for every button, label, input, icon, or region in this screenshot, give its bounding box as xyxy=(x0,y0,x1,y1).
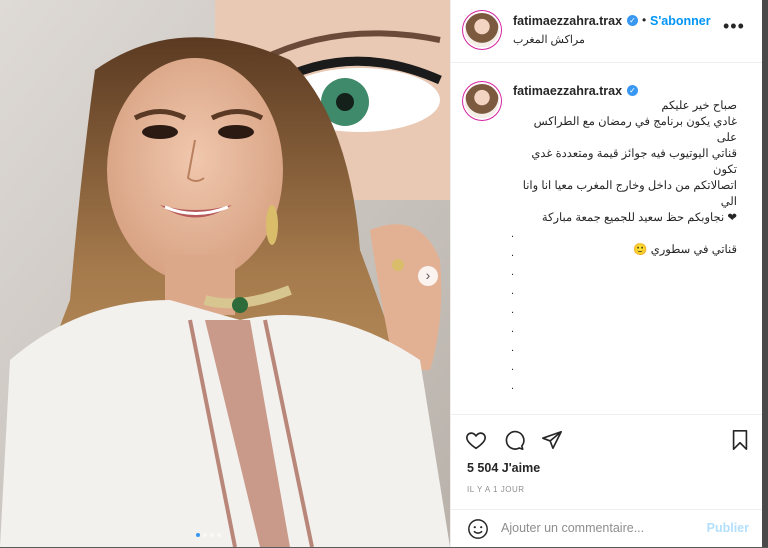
carousel-dot xyxy=(217,533,221,537)
comment-input[interactable]: Ajouter un commentaire... xyxy=(501,521,644,535)
publish-button[interactable]: Publier xyxy=(707,521,749,535)
follow-button[interactable]: S'abonner xyxy=(650,14,711,28)
caption-line: ❤ نجاوبكم حظ سعيد للجميع جمعة مباركة xyxy=(541,212,737,224)
post-side-panel: fatimaezzahra.trax ✓ • S'abonner مراكش ا… xyxy=(450,0,763,547)
caption-username[interactable]: fatimaezzahra.trax xyxy=(513,84,622,98)
caption-dot: . xyxy=(511,266,515,278)
likes-count[interactable]: 5 504 J'aime xyxy=(467,461,540,475)
caption-line: اتصالاتكم من داخل وخارج المغرب معيا انا … xyxy=(522,180,737,208)
caption-line: غادي يكون برنامج في رمضان مع الطراكس على xyxy=(533,116,737,144)
caption-dot: . xyxy=(511,247,515,259)
verified-icon: ✓ xyxy=(627,15,638,26)
share-icon[interactable] xyxy=(539,427,565,453)
carousel-indicator xyxy=(196,533,221,537)
caption-line: قناتي اليوتيوب فيه جوائز قيمة ومتعددة غد… xyxy=(531,148,737,176)
carousel-dot xyxy=(210,533,214,537)
verified-icon: ✓ xyxy=(627,85,638,96)
chevron-right-icon: › xyxy=(425,267,431,283)
comment-bar: Ajouter un commentaire... Publier xyxy=(451,509,763,548)
caption-dot: . xyxy=(511,228,515,240)
post-actions: 5 504 J'aime IL Y A 1 JOUR Ajouter un co… xyxy=(451,414,763,547)
caption-dot: . xyxy=(511,361,515,373)
post-photo[interactable]: › xyxy=(0,0,450,547)
post-timestamp[interactable]: IL Y A 1 JOUR xyxy=(467,485,525,494)
portrait-image xyxy=(0,0,450,547)
caption-dots: . . . . . . . . . xyxy=(511,225,521,396)
bookmark-icon[interactable] xyxy=(727,427,753,453)
more-options-icon[interactable]: ••• xyxy=(723,16,745,37)
caption-avatar[interactable] xyxy=(465,84,499,118)
caption-dot: . xyxy=(511,304,515,316)
caption-line: قناتي في سطوري 🙂 xyxy=(633,244,737,256)
window-edge xyxy=(762,0,768,547)
next-photo-button[interactable]: › xyxy=(418,266,438,286)
emoji-icon[interactable] xyxy=(465,516,491,542)
caption-text: صباح خير عليكم غادي يكون برنامج في رمضان… xyxy=(513,98,737,258)
separator-dot: • xyxy=(642,13,647,27)
caption-dot: . xyxy=(511,285,515,297)
caption-line xyxy=(513,226,737,242)
heart-icon[interactable] xyxy=(463,427,489,453)
post-username[interactable]: fatimaezzahra.trax xyxy=(513,14,622,28)
comment-icon[interactable] xyxy=(501,427,527,453)
caption-dot: . xyxy=(511,380,515,392)
caption-line: صباح خير عليكم xyxy=(661,100,737,112)
carousel-dot xyxy=(196,533,200,537)
post-header: fatimaezzahra.trax ✓ • S'abonner مراكش ا… xyxy=(451,0,763,63)
avatar[interactable] xyxy=(465,13,499,47)
caption-dot: . xyxy=(511,323,515,335)
post-location[interactable]: مراكش المغرب xyxy=(513,33,585,46)
carousel-dot xyxy=(203,533,207,537)
caption-dot: . xyxy=(511,342,515,354)
